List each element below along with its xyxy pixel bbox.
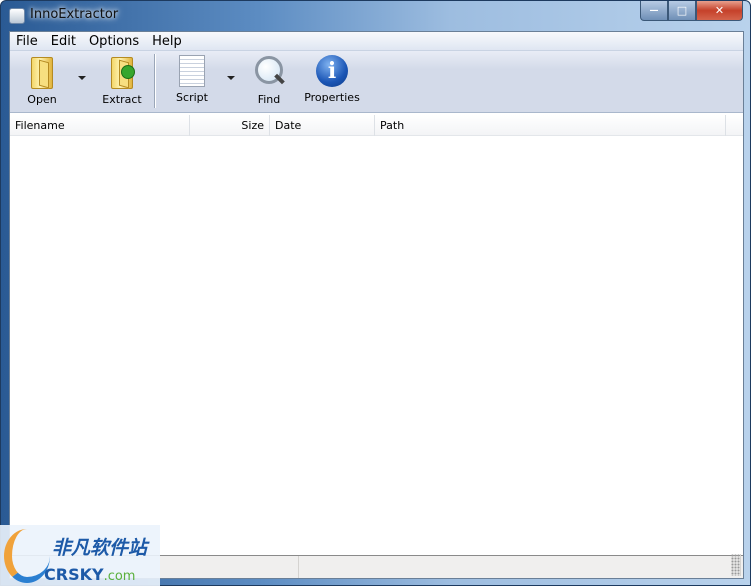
file-list[interactable] bbox=[10, 136, 743, 556]
column-date[interactable]: Date bbox=[270, 115, 375, 136]
maximize-button[interactable]: □ bbox=[668, 1, 696, 21]
toolbar: Open Extract Script Find i Properties bbox=[10, 51, 743, 113]
title-bar[interactable]: InnoExtractor — □ ✕ bbox=[1, 1, 750, 31]
file-list-header: Filename Size Date Path bbox=[10, 115, 743, 136]
green-arrow-icon bbox=[121, 65, 135, 79]
menu-help[interactable]: Help bbox=[152, 34, 182, 49]
maximize-icon: □ bbox=[676, 4, 688, 17]
status-panel-2 bbox=[299, 556, 743, 578]
extract-folder-icon bbox=[105, 55, 139, 89]
script-label: Script bbox=[176, 91, 208, 104]
folder-icon bbox=[25, 55, 59, 89]
extract-button[interactable]: Extract bbox=[98, 55, 146, 106]
column-path[interactable]: Path bbox=[375, 115, 726, 136]
menu-options[interactable]: Options bbox=[89, 34, 139, 49]
app-icon[interactable] bbox=[9, 8, 25, 24]
close-icon: ✕ bbox=[714, 4, 725, 17]
minimize-icon: — bbox=[649, 5, 659, 16]
script-document-icon bbox=[179, 55, 205, 87]
toolbar-separator bbox=[154, 54, 156, 108]
close-button[interactable]: ✕ bbox=[696, 1, 743, 21]
find-label: Find bbox=[257, 93, 281, 106]
column-filename[interactable]: Filename bbox=[10, 115, 190, 136]
find-button[interactable]: Find bbox=[250, 55, 288, 106]
script-dropdown-arrow-icon[interactable] bbox=[227, 76, 235, 80]
resize-grip-icon[interactable] bbox=[731, 554, 741, 576]
script-button[interactable]: Script bbox=[172, 55, 212, 104]
minimize-button[interactable]: — bbox=[640, 1, 668, 21]
properties-label: Properties bbox=[304, 91, 360, 104]
menu-bar: File Edit Options Help bbox=[10, 32, 743, 51]
watermark-cn: 非凡软件站 bbox=[52, 537, 148, 559]
client-area: File Edit Options Help Open Extract Scri… bbox=[9, 31, 744, 579]
magnifier-icon bbox=[252, 55, 286, 89]
app-window: InnoExtractor — □ ✕ File Edit Options He… bbox=[0, 0, 751, 586]
open-dropdown-arrow-icon[interactable] bbox=[78, 76, 86, 80]
watermark-en: CRSKY.com bbox=[44, 565, 136, 584]
properties-button[interactable]: i Properties bbox=[304, 55, 360, 104]
menu-edit[interactable]: Edit bbox=[51, 34, 76, 49]
menu-file[interactable]: File bbox=[16, 34, 38, 49]
open-label: Open bbox=[27, 93, 57, 106]
watermark-logo: 非凡软件站 CRSKY.com bbox=[0, 525, 160, 586]
window-title: InnoExtractor bbox=[30, 7, 119, 22]
column-size[interactable]: Size bbox=[190, 115, 270, 136]
extract-label: Extract bbox=[102, 93, 142, 106]
open-button[interactable]: Open bbox=[22, 55, 62, 106]
info-icon: i bbox=[316, 55, 348, 87]
